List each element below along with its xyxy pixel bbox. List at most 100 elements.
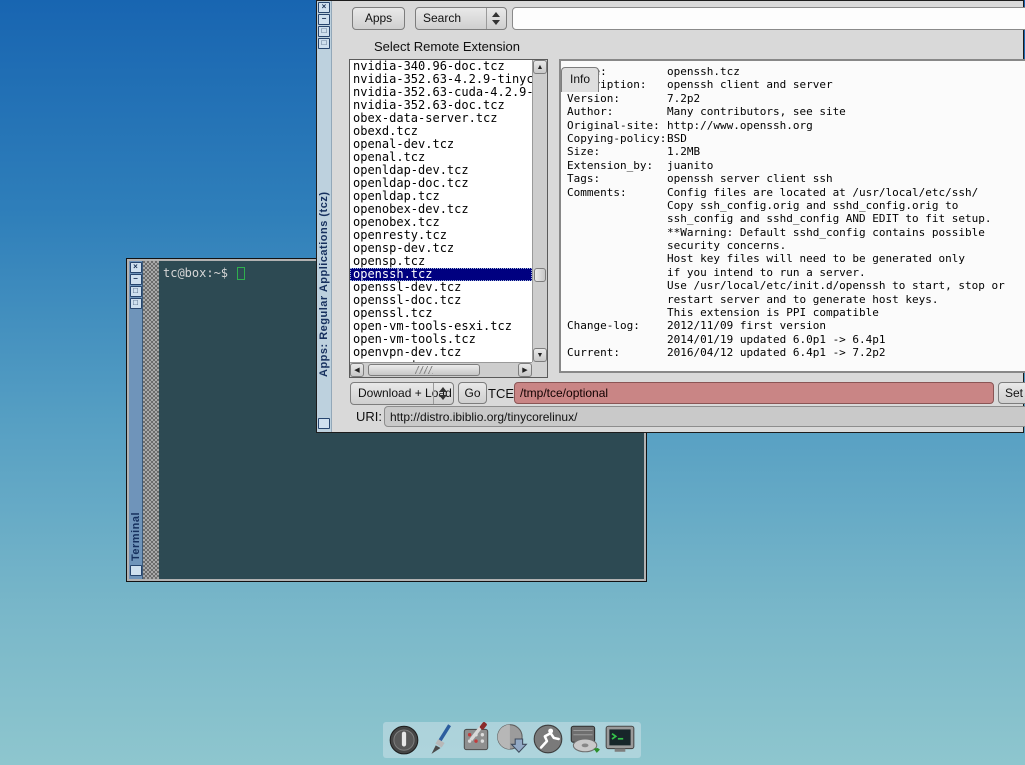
package-list: nvidia-340.96-doc.tcz nvidia-352.63-4.2.… <box>350 60 532 362</box>
info-line: Copy ssh_config.orig and sshd_config.ori… <box>567 199 1025 212</box>
package-item[interactable]: nvidia-352.63-cuda-4.2.9-tinyc <box>350 86 532 99</box>
horizontal-scroll-thumb[interactable] <box>368 364 480 376</box>
package-item[interactable]: openal-dev.tcz <box>350 138 532 151</box>
paintbrush-icon[interactable] <box>423 722 457 756</box>
info-line: Copying-policy: BSD <box>567 132 1025 145</box>
package-item[interactable]: opensp-dev.tcz <box>350 242 532 255</box>
package-item[interactable]: openssl-dev.tcz <box>350 281 532 294</box>
terminal-icon[interactable] <box>603 722 637 756</box>
info-line-text: 1.2MB <box>667 145 700 158</box>
apps-window: × − □ □ Apps: Regular Applications (tcz)… <box>316 0 1024 433</box>
vertical-scroll-thumb[interactable] <box>534 268 546 282</box>
apps-titlebar[interactable]: × − □ □ Apps: Regular Applications (tcz) <box>317 1 332 432</box>
package-item[interactable]: openobex.tcz <box>350 216 532 229</box>
package-item[interactable]: nvidia-352.63-4.2.9-tinycore64 <box>350 73 532 86</box>
package-item[interactable]: openssl-doc.tcz <box>350 294 532 307</box>
chevron-updown-icon <box>433 383 453 404</box>
info-line-text: 2014/01/19 updated 6.0p1 -> 6.4p1 <box>667 333 886 346</box>
tce-path-input[interactable] <box>514 382 994 404</box>
package-item[interactable]: openresty.tcz <box>350 229 532 242</box>
info-line-label <box>567 199 667 212</box>
package-browser: nvidia-340.96-doc.tcz nvidia-352.63-4.2.… <box>349 59 548 378</box>
maximize-icon[interactable]: □ <box>318 26 330 37</box>
scroll-up-icon[interactable]: ▲ <box>533 60 547 74</box>
info-line: This extension is PPI compatible <box>567 306 1025 319</box>
search-input[interactable] <box>512 7 1025 30</box>
close-icon[interactable]: × <box>130 262 142 273</box>
info-line: Title: openssh.tcz <box>567 65 1025 78</box>
go-button[interactable]: Go <box>458 382 487 404</box>
package-item[interactable]: openssl.tcz <box>350 307 532 320</box>
info-line-text: openssh.tcz <box>667 65 740 78</box>
info-line-text: **Warning: Default sshd_config contains … <box>667 226 985 239</box>
iconify-icon[interactable]: − <box>130 274 142 285</box>
scroll-left-icon[interactable]: ◀ <box>350 363 364 377</box>
package-item[interactable]: openssh.tcz <box>350 268 532 281</box>
package-item[interactable]: openldap-dev.tcz <box>350 164 532 177</box>
action-choice[interactable]: Download + Load <box>350 382 454 405</box>
scroll-right-icon[interactable]: ▶ <box>518 363 532 377</box>
shade-icon[interactable]: □ <box>130 298 142 309</box>
control-panel-icon[interactable] <box>459 722 493 756</box>
dock <box>383 722 641 758</box>
apps-menu-button[interactable]: Apps <box>352 7 405 30</box>
package-item[interactable]: openldap-doc.tcz <box>350 177 532 190</box>
apps-download-icon[interactable] <box>495 722 529 756</box>
resize-handle-icon[interactable] <box>130 565 142 576</box>
package-item[interactable]: openvpn-dev.tcz <box>350 346 532 359</box>
package-item[interactable]: obex-data-server.tcz <box>350 112 532 125</box>
maximize-icon[interactable]: □ <box>130 286 142 297</box>
info-line: Size: 1.2MB <box>567 145 1025 158</box>
info-line-label: Copying-policy: <box>567 132 667 145</box>
info-line-label <box>567 212 667 225</box>
info-line-text: Host key files will need to be generated… <box>667 252 965 265</box>
package-item[interactable]: openal.tcz <box>350 151 532 164</box>
extension-info-panel: Title: openssh.tcz Description: openssh … <box>559 59 1025 373</box>
package-item[interactable]: obexd.tcz <box>350 125 532 138</box>
package-item[interactable]: openldap.tcz <box>350 190 532 203</box>
info-line-label: Version: <box>567 92 667 105</box>
info-line-text: 2016/04/12 updated 6.4p1 -> 7.2p2 <box>667 346 886 359</box>
info-line-label: Original-site: <box>567 119 667 132</box>
info-line: Extension_by: juanito <box>567 159 1025 172</box>
run-icon[interactable] <box>531 722 565 756</box>
info-line: Use /usr/local/etc/init.d/openssh to sta… <box>567 279 1025 292</box>
terminal-scrollbar[interactable] <box>143 261 159 579</box>
scroll-down-icon[interactable]: ▼ <box>533 348 547 362</box>
info-line-label <box>567 306 667 319</box>
info-line-text: if you intend to run a server. <box>667 266 866 279</box>
info-line: Description: openssh client and server <box>567 78 1025 91</box>
uri-input[interactable] <box>384 406 1025 427</box>
info-line-text: Config files are located at /usr/local/e… <box>667 186 978 199</box>
info-line: Version: 7.2p2 <box>567 92 1025 105</box>
power-icon[interactable] <box>387 722 421 756</box>
package-item[interactable]: open-vm-tools.tcz <box>350 333 532 346</box>
info-line-label: Author: <box>567 105 667 118</box>
info-line: **Warning: Default sshd_config contains … <box>567 226 1025 239</box>
close-icon[interactable]: × <box>318 2 330 13</box>
resize-handle-icon[interactable] <box>318 418 330 429</box>
uri-label: URI: <box>356 409 382 424</box>
search-mode-choice[interactable]: Search <box>415 7 507 30</box>
info-line: restart server and to generate host keys… <box>567 293 1025 306</box>
package-item[interactable]: nvidia-340.96-doc.tcz <box>350 60 532 73</box>
shade-icon[interactable]: □ <box>318 38 330 49</box>
terminal-titlebar[interactable]: × − □ □ Terminal <box>129 261 143 579</box>
package-item[interactable]: openobex-dev.tcz <box>350 203 532 216</box>
horizontal-scrollbar[interactable]: ◀ ▶ <box>350 362 532 377</box>
tab[interactable]: Info <box>561 67 599 92</box>
mount-tool-icon[interactable] <box>567 722 601 756</box>
info-line: security concerns. <box>567 239 1025 252</box>
vertical-scrollbar[interactable]: ▲ ▼ <box>532 60 547 362</box>
info-line-label <box>567 226 667 239</box>
info-line-text: This extension is PPI compatible <box>667 306 879 319</box>
info-line-label <box>567 239 667 252</box>
info-line-label: Extension_by: <box>567 159 667 172</box>
iconify-icon[interactable]: − <box>318 14 330 25</box>
select-remote-extension-label: Select Remote Extension <box>374 39 520 54</box>
set-button[interactable]: Set <box>998 382 1025 404</box>
info-line-text: Copy ssh_config.orig and sshd_config.ori… <box>667 199 958 212</box>
package-item[interactable]: opensp.tcz <box>350 255 532 268</box>
package-item[interactable]: open-vm-tools-esxi.tcz <box>350 320 532 333</box>
package-item[interactable]: nvidia-352.63-doc.tcz <box>350 99 532 112</box>
